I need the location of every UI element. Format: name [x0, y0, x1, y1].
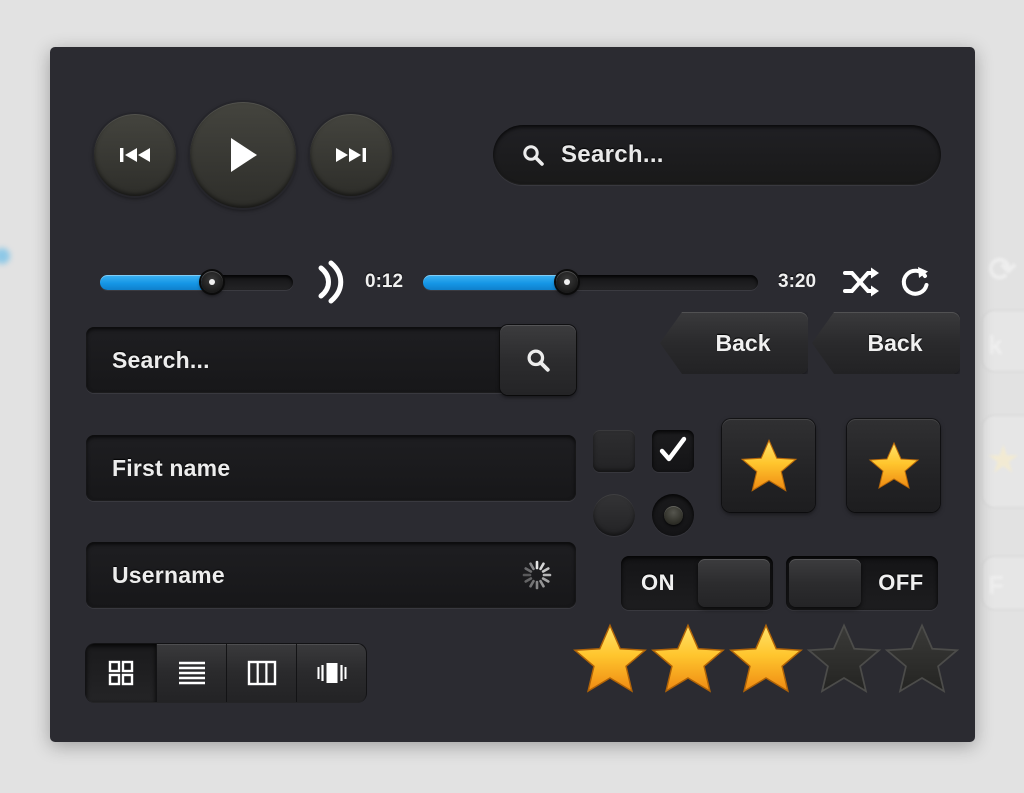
next-track-button[interactable] — [310, 114, 392, 196]
progress-slider-thumb[interactable] — [556, 271, 579, 293]
view-mode-grid[interactable] — [86, 644, 156, 702]
ghost-star-icon: ★ — [988, 441, 1019, 479]
toggle-on-knob[interactable] — [698, 559, 770, 607]
view-mode-list[interactable] — [156, 644, 226, 702]
column-view-icon — [247, 660, 276, 686]
view-mode-coverflow[interactable] — [296, 644, 366, 702]
search-input-placeholder: Search... — [112, 346, 210, 373]
first-name-placeholder: First name — [112, 454, 231, 481]
toggle-on-label: ON — [641, 570, 675, 595]
search-input[interactable]: Search... — [86, 325, 576, 395]
search-submit-button[interactable] — [500, 325, 576, 395]
elapsed-time: 0:12 — [365, 271, 404, 292]
rating-star-filled[interactable] — [728, 622, 804, 696]
repeat-button[interactable] — [898, 265, 932, 299]
radio-selected[interactable] — [652, 494, 694, 536]
progress-slider[interactable] — [423, 271, 759, 293]
star-icon — [740, 438, 797, 492]
list-view-icon — [178, 661, 205, 685]
shuffle-icon — [843, 267, 880, 297]
volume-icon — [318, 260, 344, 304]
volume-slider-fill — [100, 274, 212, 290]
radio-unselected[interactable] — [593, 494, 635, 536]
ghost-repeat-icon: ⟳ — [988, 251, 1017, 289]
previous-track-icon — [120, 148, 150, 162]
ghost-toggle-pill — [982, 556, 1024, 610]
play-icon — [231, 138, 257, 172]
rating-star-filled[interactable] — [650, 622, 726, 696]
previous-track-button[interactable] — [94, 114, 176, 196]
checkbox-checked[interactable] — [652, 430, 694, 472]
star-button-2[interactable] — [847, 419, 940, 512]
ghost-back-pill — [982, 310, 1024, 372]
loading-spinner-icon — [522, 560, 552, 590]
volume-slider-thumb[interactable] — [200, 271, 223, 293]
volume-slider[interactable] — [100, 271, 293, 293]
play-button[interactable] — [190, 102, 296, 208]
toggle-off-knob[interactable] — [789, 559, 861, 607]
repeat-icon — [901, 267, 929, 296]
toggle-off-label: OFF — [878, 570, 924, 595]
ghost-blue-slider — [0, 248, 10, 264]
search-icon — [523, 145, 544, 166]
toggle-off[interactable]: OFF — [786, 556, 938, 610]
shuffle-button[interactable] — [842, 267, 880, 297]
username-placeholder: Username — [112, 561, 225, 588]
username-input[interactable]: Username — [86, 542, 576, 608]
top-search-bar[interactable]: Search... — [493, 125, 941, 185]
rating-star-filled[interactable] — [572, 622, 648, 696]
next-track-icon — [336, 148, 366, 162]
back-button-label: Back — [867, 329, 923, 356]
ghost-star-pill — [982, 415, 1024, 508]
back-button-2[interactable]: Back — [812, 312, 960, 374]
transport-controls — [94, 102, 392, 208]
total-time: 3:20 — [778, 271, 817, 292]
view-mode-segmented-control — [86, 644, 366, 702]
toggle-on[interactable]: ON — [621, 556, 773, 610]
progress-slider-fill — [423, 274, 568, 290]
player-slider-row: 0:12 3:20 — [80, 252, 950, 312]
checkmark-icon — [659, 436, 687, 462]
star-icon — [868, 441, 919, 489]
back-button-1[interactable]: Back — [660, 312, 808, 374]
rating-star-empty[interactable] — [806, 622, 882, 696]
search-icon — [527, 349, 550, 372]
checkbox-unchecked[interactable] — [593, 430, 635, 472]
ui-kit-panel: Search... 0:12 3:20 Search... First name… — [50, 47, 975, 742]
view-mode-columns[interactable] — [226, 644, 296, 702]
rating-star-empty[interactable] — [884, 622, 960, 696]
coverflow-view-icon — [317, 663, 346, 683]
ghost-back-text: k — [988, 330, 1003, 360]
star-button-1[interactable] — [722, 419, 815, 512]
first-name-input[interactable]: First name — [86, 435, 576, 501]
back-button-label: Back — [715, 329, 771, 356]
star-rating[interactable] — [572, 622, 960, 696]
top-search-placeholder: Search... — [561, 141, 664, 168]
ghost-off-text: F — [988, 570, 1004, 600]
grid-view-icon — [108, 660, 134, 686]
